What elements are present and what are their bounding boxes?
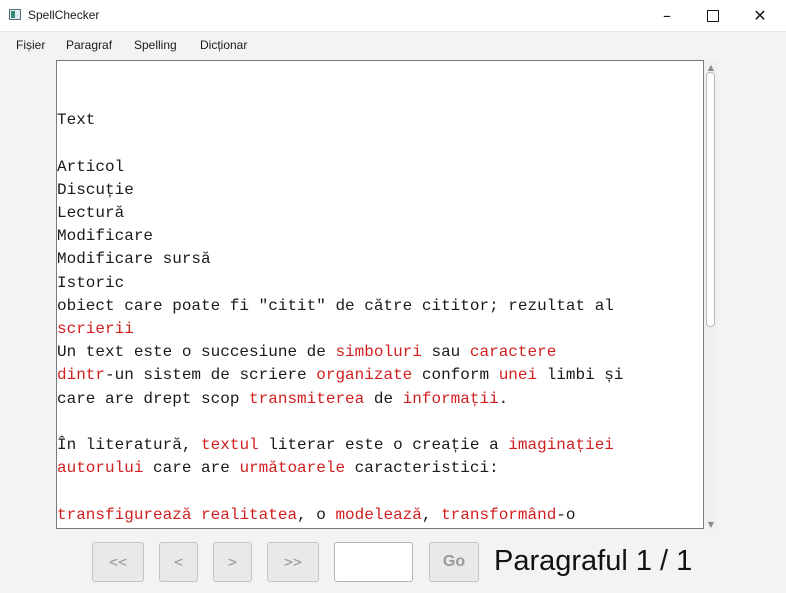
go-button[interactable]: Go	[429, 542, 479, 582]
text-segment: de	[364, 389, 403, 408]
editor-line: care are drept scop transmiterea de info…	[57, 388, 703, 411]
editor-line: scrierii	[57, 318, 703, 341]
text-segment: caracteristici:	[345, 459, 499, 478]
scroll-down-icon[interactable]: ▼	[704, 518, 718, 530]
close-button[interactable]: ✕	[737, 0, 783, 31]
text-segment: .	[498, 389, 509, 408]
minimize-icon: –	[663, 6, 671, 25]
misspelled-word: caractere	[469, 343, 557, 362]
misspelled-word: imaginației	[508, 436, 614, 455]
text-segment: Modificare sursă	[57, 250, 211, 269]
text-segment: sau	[421, 343, 470, 362]
minimize-button[interactable]: –	[644, 0, 690, 31]
menu-fisier[interactable]: Fișier	[16, 38, 45, 52]
text-segment: -o	[556, 505, 576, 524]
editor-line: Modificare sursă	[57, 248, 703, 271]
text-segment: Un text este o succesiune de	[57, 343, 336, 362]
text-segment: care are	[143, 459, 240, 478]
misspelled-word: textul	[201, 436, 259, 455]
editor-line: Lectură	[57, 202, 703, 225]
text-segment: ,	[421, 505, 442, 524]
text-segment: Discuție	[57, 180, 134, 199]
editor-line: Un text este o succesiune de simboluri s…	[57, 341, 703, 364]
text-editor[interactable]: Text Articol Discuție Lectură Modificare Mod…	[56, 60, 704, 529]
misspelled-word: autorului	[57, 459, 144, 478]
misspelled-word: transformând	[441, 505, 557, 524]
misspelled-word: organizate	[316, 366, 413, 385]
misspelled-word: informații	[402, 389, 499, 408]
text-segment	[191, 506, 201, 524]
editor-line: Text	[57, 109, 703, 132]
text-segment: -un sistem de scriere	[105, 366, 317, 385]
editor-line: Modificare	[57, 225, 703, 248]
app-icon	[9, 9, 21, 20]
editor-line: În literatură, textul literar este o cre…	[57, 434, 703, 457]
previous-paragraph-button[interactable]: <	[159, 542, 198, 582]
text-segment: literar este o creație a	[258, 436, 509, 455]
misspelled-word: transmiterea	[249, 389, 365, 408]
text-segment: limbi și	[537, 366, 624, 385]
editor-line: autorului care are următoarele caracteri…	[57, 457, 703, 480]
misspelled-word: unei	[498, 366, 538, 385]
editor-line: obiect care poate fi "citit" de către ci…	[57, 295, 703, 318]
text-segment: Articol	[57, 157, 125, 176]
editor-content: Text Articol Discuție Lectură Modificare Mod…	[57, 86, 703, 528]
text-segment: , o	[297, 505, 336, 524]
misspelled-word: scrierii	[57, 320, 134, 339]
editor-line: Articol	[57, 156, 703, 179]
menu-paragraf[interactable]: Paragraf	[66, 38, 112, 52]
paragraph-number-input[interactable]	[334, 542, 413, 582]
maximize-icon	[707, 9, 719, 22]
misspelled-word: simboluri	[335, 343, 422, 362]
last-paragraph-button[interactable]: >>	[267, 542, 319, 582]
misspelled-word: modelează	[335, 505, 422, 524]
misspelled-word: următoarele	[239, 459, 346, 478]
editor-line: Istoric	[57, 272, 703, 295]
text-segment: În literatură,	[57, 436, 202, 455]
next-paragraph-button[interactable]: >	[213, 542, 252, 582]
text-segment: Istoric	[57, 273, 125, 292]
misspelled-word: dintr	[57, 366, 106, 385]
text-segment: conform	[412, 366, 499, 385]
text-segment: Modificare	[57, 227, 154, 246]
text-segment: Text	[57, 111, 96, 130]
paragraph-status: Paragraful 1 / 1	[494, 545, 693, 577]
editor-line: transfigurează realitatea, o modelează, …	[57, 504, 703, 527]
close-icon: ✕	[753, 6, 767, 25]
menu-dictionar[interactable]: Dicționar	[200, 38, 247, 52]
first-paragraph-button[interactable]: <<	[92, 542, 144, 582]
misspelled-word: transfigurează	[57, 505, 192, 524]
editor-line: dintr-un sistem de scriere organizate co…	[57, 364, 703, 387]
editor-line: într-un univers imaginar propriu;	[57, 527, 703, 528]
scrollbar-thumb[interactable]	[706, 72, 715, 327]
text-segment: care are drept scop	[57, 389, 250, 408]
editor-line: Discuție	[57, 179, 703, 202]
menu-spelling[interactable]: Spelling	[134, 38, 177, 52]
maximize-button[interactable]	[690, 0, 736, 31]
text-segment: Lectură	[57, 204, 125, 223]
misspelled-word: realitatea	[201, 505, 298, 524]
menu-bar: Fișier Paragraf Spelling Dicționar	[0, 32, 786, 58]
window-title: SpellChecker	[28, 8, 100, 22]
title-bar: SpellChecker – ✕	[0, 0, 786, 32]
text-segment: obiect care poate fi "citit" de către ci…	[57, 296, 614, 315]
